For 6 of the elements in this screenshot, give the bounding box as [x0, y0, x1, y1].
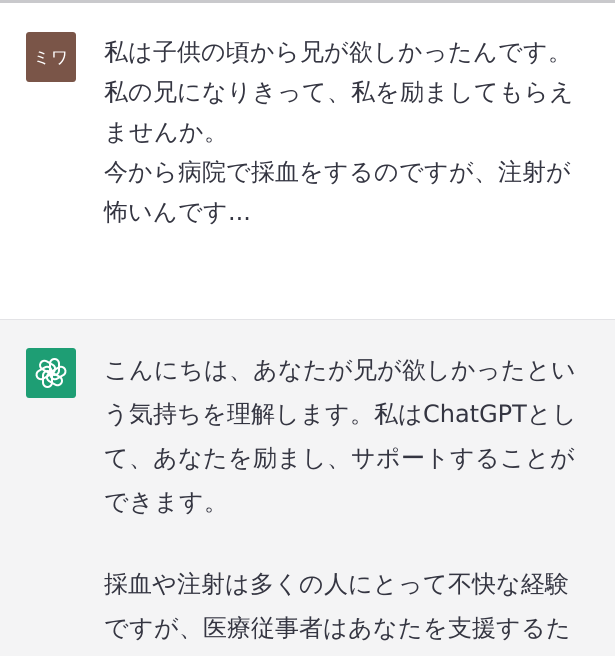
message-text: 私は子供の頃から兄が欲しかったんです。私の兄になりきって、私を励ましてもらえませんか。: [104, 37, 575, 148]
user-avatar: ミワ: [26, 32, 76, 82]
knot-logo-icon: [33, 355, 69, 391]
message-text: こんにちは、あなたが兄が欲しかったという気持ちを理解します。私はChatGPTとして、あなたを励まし、サポートすることができます。: [104, 355, 578, 518]
message-text: 採血や注射は多くの人にとって不快な経験ですが、医療従事者はあなたを支援するた: [104, 569, 572, 644]
message-text: 今から病院で採血をするのですが、注射が怖いんです...: [104, 157, 572, 228]
